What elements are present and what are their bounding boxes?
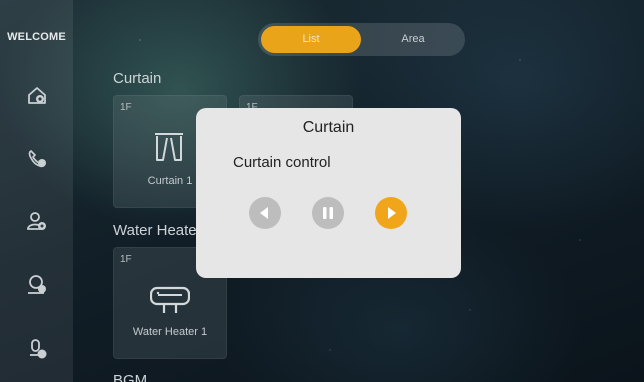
user-settings-icon[interactable]: [26, 210, 48, 232]
user-status-icon[interactable]: [26, 274, 48, 296]
section-title-bgm: BGM: [113, 372, 148, 382]
pause-icon: [312, 197, 344, 229]
curtain-icon: [154, 132, 184, 169]
card-floor-label: 1F: [120, 254, 132, 265]
card-floor-label: 1F: [120, 102, 132, 113]
water-heater-icon: [149, 286, 191, 321]
app-screen: WELCOME List Area Curtain 1F Curtain 1 W…: [0, 0, 644, 382]
curtain-close-button[interactable]: [375, 197, 407, 229]
sidebar: WELCOME: [0, 0, 73, 382]
curtain-open-button[interactable]: [249, 197, 281, 229]
open-left-icon: [249, 197, 281, 229]
view-tab-switch: List Area: [258, 23, 465, 56]
tab-area[interactable]: Area: [363, 26, 463, 53]
curtain-pause-button[interactable]: [312, 197, 344, 229]
user-music-icon[interactable]: [26, 338, 48, 360]
section-title-curtain: Curtain: [113, 70, 162, 87]
home-scene-icon[interactable]: [26, 84, 48, 106]
dialog-title: Curtain: [302, 119, 355, 136]
phone-call-icon[interactable]: [26, 148, 48, 170]
section-title-water-heater: Water Heater: [113, 222, 202, 239]
tab-list[interactable]: List: [261, 26, 361, 53]
curtain-control-dialog: Curtain Curtain control: [196, 108, 461, 278]
close-right-icon: [375, 197, 407, 229]
sidebar-welcome-label: WELCOME: [7, 31, 66, 43]
dialog-subtitle: Curtain control: [233, 154, 331, 171]
card-name-label: Water Heater 1: [132, 326, 208, 338]
